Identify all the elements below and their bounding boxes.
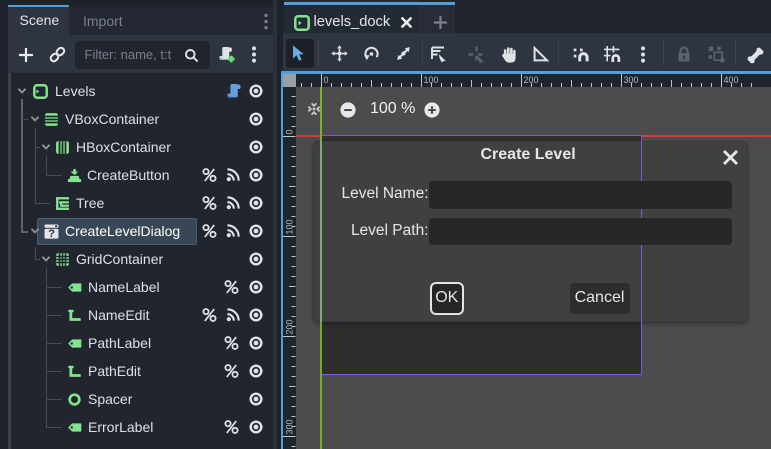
svg-text:0: 0 <box>285 129 295 134</box>
svg-text:200: 200 <box>285 319 295 334</box>
svg-text:?: ? <box>48 228 55 240</box>
svg-text:100: 100 <box>285 219 295 234</box>
svg-text:300: 300 <box>285 419 295 434</box>
